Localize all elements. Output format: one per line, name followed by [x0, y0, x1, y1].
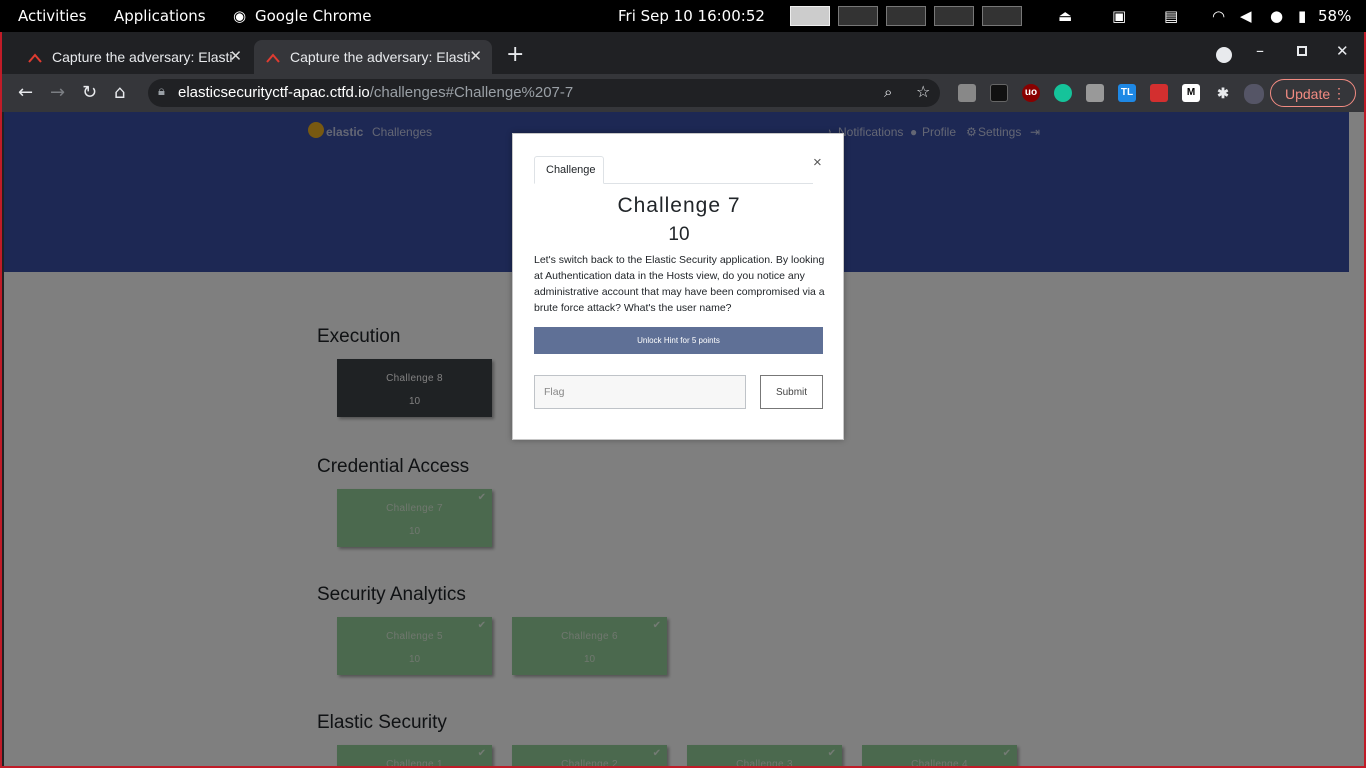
clipboard-icon[interactable]: ▣ [1112, 7, 1126, 25]
extension-v-icon[interactable] [1086, 84, 1104, 102]
profile-avatar[interactable] [1244, 84, 1264, 104]
workspace-2[interactable] [838, 6, 878, 26]
close-window-icon[interactable]: ✕ [1336, 42, 1349, 60]
unlock-hint-button[interactable]: Unlock Hint for 5 points [534, 327, 823, 354]
flag-input[interactable]: Flag [534, 375, 746, 409]
workspace-3[interactable] [886, 6, 926, 26]
eject-icon[interactable]: ⏏ [1058, 7, 1072, 25]
chrome-window: Capture the adversary: Elastic ✕ Capture… [0, 32, 1366, 768]
bookmark-star-icon[interactable]: ☆ [916, 82, 930, 101]
active-app-name[interactable]: Google Chrome [255, 7, 372, 25]
new-tab-icon[interactable]: + [506, 42, 524, 67]
close-tab-icon[interactable]: ✕ [469, 47, 482, 65]
zoom-icon[interactable]: ⌕ [884, 83, 892, 101]
wifi-icon[interactable]: ◠ [1212, 7, 1225, 25]
challenge-title: Challenge 7 [617, 194, 741, 217]
extension-tl-icon[interactable]: TL [1118, 84, 1136, 102]
activities-button[interactable]: Activities [18, 7, 86, 25]
tab-title: Capture the adversary: Elastic [290, 49, 470, 65]
battery-percent[interactable]: 58% [1318, 7, 1351, 25]
reload-icon[interactable]: ↻ [82, 82, 97, 104]
home-icon[interactable]: ⌂ [114, 82, 125, 104]
clock[interactable]: Fri Sep 10 16:00:52 [618, 7, 765, 25]
tab-strip: Capture the adversary: Elastic ✕ Capture… [2, 32, 1364, 74]
ublock-icon[interactable]: uo [1022, 84, 1040, 102]
system-top-bar: Activities Applications ◉ Google Chrome … [0, 0, 1366, 32]
ctf-favicon-icon [266, 53, 280, 63]
ctf-favicon-icon [28, 53, 42, 63]
submit-button[interactable]: Submit [760, 375, 823, 409]
url-path: /challenges#Challenge%207-7 [369, 84, 574, 101]
address-bar[interactable]: 🔒︎ elasticsecurityctf-apac.ctfd.io/chall… [148, 79, 940, 107]
lock-icon[interactable]: 🔒︎ [158, 84, 165, 99]
battery-icon[interactable]: ▮ [1298, 7, 1306, 25]
chrome-app-icon: ◉ [233, 7, 247, 25]
extensions-puzzle-icon[interactable]: ✱ [1214, 84, 1232, 102]
modal-tab-challenge[interactable]: Challenge [534, 156, 604, 184]
extension-mask-icon[interactable] [990, 84, 1008, 102]
challenge-value: 10 [668, 224, 690, 245]
workspace-4[interactable] [934, 6, 974, 26]
layout-icon[interactable]: ▤ [1164, 7, 1178, 25]
volume-icon[interactable]: ◀ [1240, 7, 1252, 25]
tab-title: Capture the adversary: Elastic [52, 49, 232, 65]
minimize-icon[interactable]: – [1256, 41, 1264, 60]
update-label: Update [1285, 86, 1331, 102]
forward-icon[interactable]: → [50, 82, 65, 104]
microphone-icon[interactable]: ● [1270, 7, 1283, 25]
extension-record-icon[interactable] [1150, 84, 1168, 102]
browser-toolbar: ← → ↻ ⌂ 🔒︎ elasticsecurityctf-apac.ctfd.… [2, 74, 1364, 112]
tab-search-icon[interactable] [1216, 47, 1232, 63]
challenge-description: Let's switch back to the Elastic Securit… [534, 254, 825, 314]
update-button[interactable]: Update ⋮ [1270, 79, 1356, 107]
menu-kebab-icon[interactable]: ⋮ [1332, 85, 1346, 102]
grammarly-icon[interactable] [1054, 84, 1072, 102]
maximize-icon[interactable] [1297, 46, 1307, 56]
close-tab-icon[interactable]: ✕ [229, 47, 242, 65]
web-page: elastic Challenges ♪ Notifications ● Pro… [4, 112, 1364, 766]
workspace-1[interactable] [790, 6, 830, 26]
browser-tab-1[interactable]: Capture the adversary: Elastic ✕ [16, 40, 252, 74]
url-host: elasticsecurityctf-apac.ctfd.io [178, 84, 370, 101]
applications-menu[interactable]: Applications [114, 7, 206, 25]
extension-m-icon[interactable]: M [1182, 84, 1200, 102]
url-text: elasticsecurityctf-apac.ctfd.io/challeng… [178, 84, 573, 101]
challenge-modal: Challenge × Challenge 7 10 Let's switch … [512, 133, 844, 440]
extension-shield-icon[interactable] [958, 84, 976, 102]
workspace-5[interactable] [982, 6, 1022, 26]
browser-tab-2-active[interactable]: Capture the adversary: Elastic ✕ [254, 40, 492, 74]
back-icon[interactable]: ← [18, 82, 33, 104]
close-icon[interactable]: × [813, 154, 822, 171]
